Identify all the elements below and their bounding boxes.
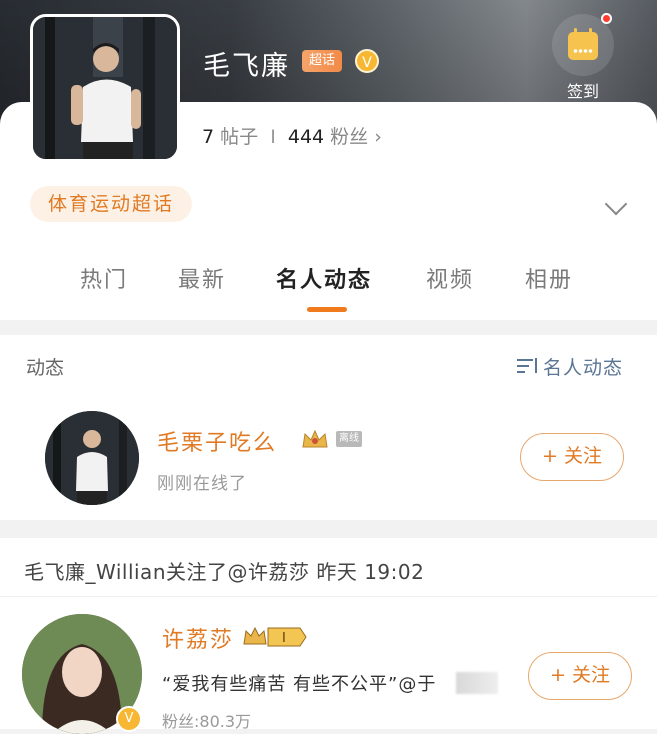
checkin-circle	[552, 13, 614, 76]
stats-row[interactable]: 7 帖子 I 444 粉丝 ›	[202, 122, 382, 149]
person-photo	[45, 411, 139, 505]
page-title: 毛飞廉	[203, 51, 290, 82]
active-tab-indicator	[307, 307, 347, 312]
tab-latest[interactable]: 最新	[178, 262, 226, 294]
section-title: 动态	[26, 357, 65, 379]
chevron-right-icon: ›	[374, 126, 382, 148]
posts-label: 帖子	[220, 126, 259, 148]
filter-label[interactable]: 名人动态	[543, 353, 623, 380]
divider	[0, 596, 657, 597]
calendar-icon	[568, 28, 598, 60]
offline-badge: 离线	[336, 431, 362, 447]
supertopic-avatar[interactable]	[30, 14, 180, 162]
checkin-label: 签到	[566, 82, 599, 101]
activity-section: 毛飞廉_Willian关注了@许荔莎 昨天 19:02 V 许荔莎 I “爱我有…	[0, 538, 657, 734]
user-name[interactable]: 毛栗子吃么	[157, 425, 277, 457]
person-photo	[33, 17, 177, 159]
svg-text:I: I	[282, 631, 286, 646]
category-tag[interactable]: 体育运动超话	[30, 186, 193, 222]
verified-icon: V	[355, 49, 379, 73]
notification-dot	[601, 13, 612, 24]
tab-album[interactable]: 相册	[525, 262, 573, 294]
user-name[interactable]: 许荔莎	[162, 622, 234, 654]
fans-count: 444	[287, 126, 325, 148]
fans-count: 粉丝:80.3万	[162, 712, 252, 731]
user-quote: “爱我有些痛苦 有些不公平”@于	[162, 674, 437, 695]
blurred-text	[456, 672, 498, 694]
supertopic-badge: 超话	[302, 50, 343, 72]
posts-count: 7	[202, 126, 215, 148]
sort-icon[interactable]	[517, 357, 539, 375]
activity-text: 毛飞廉_Willian关注了@许荔莎 昨天 19:02	[24, 560, 425, 584]
tab-celebrity[interactable]: 名人动态	[276, 262, 372, 294]
tab-hot[interactable]: 热门	[80, 262, 128, 294]
checkin-button[interactable]: 签到	[552, 13, 614, 102]
follow-button[interactable]: + 关注	[520, 433, 624, 481]
crown-icon	[302, 429, 328, 448]
tab-video[interactable]: 视频	[426, 262, 474, 294]
stats-separator: I	[270, 126, 276, 148]
follow-button[interactable]: + 关注	[528, 652, 632, 700]
chevron-down-icon[interactable]	[604, 192, 628, 216]
dynamics-section: 动态 名人动态 毛栗子吃么 离线 刚刚在线了 + 关注	[0, 335, 657, 520]
calendar-dots	[573, 48, 593, 54]
tab-bar: 热门 最新 名人动态 视频 相册	[0, 262, 657, 308]
verified-icon: V	[116, 706, 142, 732]
avatar[interactable]	[45, 411, 139, 505]
level-badge-icon: I	[243, 626, 307, 647]
fans-label: 粉丝	[330, 126, 369, 148]
user-status: 刚刚在线了	[157, 474, 247, 494]
